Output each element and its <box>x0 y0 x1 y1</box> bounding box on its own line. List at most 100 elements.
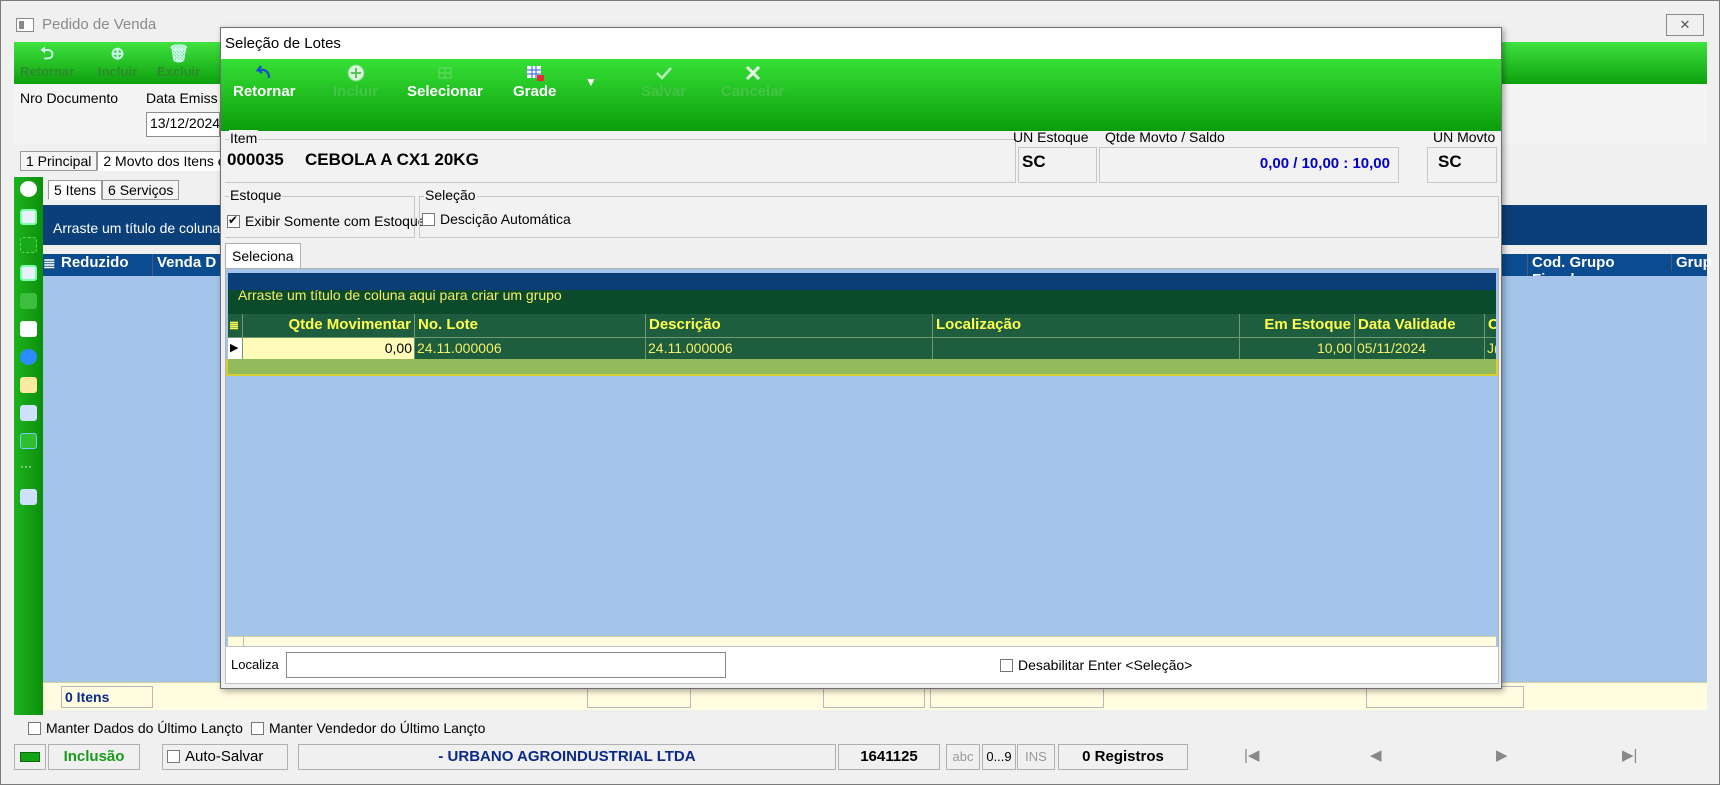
column-chooser-icon[interactable]: ≣ <box>228 314 243 337</box>
qtde-movto-saldo-value: 0,00 / 10,00 : 10,00 <box>1259 155 1390 172</box>
ins-indicator: INS <box>1017 744 1055 770</box>
column-chooser-icon[interactable]: ≣ <box>43 254 57 276</box>
item-code: 000035 <box>227 150 284 169</box>
codigo-field: 1641125 <box>838 744 940 770</box>
bg-side-toolbar: ··· <box>14 177 43 715</box>
manter-dados-checkbox[interactable]: Manter Dados do Último Lançto <box>28 720 243 736</box>
window-icon <box>16 17 34 32</box>
dialog-toolbar: Retornar Incluir Selecionar Grade ▼ Salv… <box>221 59 1501 131</box>
col-descricao[interactable]: Descrição <box>646 314 933 337</box>
col-grupo[interactable]: Grup <box>1671 254 1712 271</box>
dialog-title: Seleção de Lotes <box>221 28 1501 59</box>
cell-qtde-movimentar[interactable]: 0,00 <box>243 338 415 359</box>
grid-settings-icon[interactable] <box>20 489 37 505</box>
options-panel: Estoque Exibir Somente com Estoque Seleç… <box>225 187 1499 241</box>
un-movto-box: SC <box>1427 147 1497 183</box>
item-group: Item 000035 CEBOLA A CX1 20KG <box>225 130 1016 183</box>
edit-icon[interactable] <box>20 209 37 225</box>
last-record-icon[interactable]: ▶| <box>1622 744 1637 768</box>
first-record-icon[interactable]: |◀ <box>1244 744 1259 768</box>
footer-cell <box>823 686 925 708</box>
bg-options: Manter Dados do Último Lançto Manter Ven… <box>14 716 1707 740</box>
desabilitar-enter-checkbox[interactable]: Desabilitar Enter <Seleção> <box>1000 657 1192 673</box>
cell-em-estoque[interactable]: 10,00 <box>1240 338 1355 359</box>
col-c[interactable]: C <box>1485 314 1496 337</box>
col-reduzido[interactable]: Reduzido <box>57 254 153 276</box>
move-icon[interactable] <box>20 237 37 253</box>
tab-seleciona[interactable]: Seleciona <box>225 243 301 268</box>
localiza-panel: Localiza Desabilitar Enter <Seleção> <box>225 646 1499 684</box>
previous-record-icon[interactable]: ◀ <box>1370 744 1382 768</box>
next-record-icon[interactable]: ▶ <box>1496 744 1508 768</box>
return-icon: ⮌ <box>40 44 54 63</box>
registros-count: 0 Registros <box>1058 744 1188 770</box>
refresh-icon[interactable] <box>20 433 37 449</box>
close-icon: ✕ <box>1679 17 1691 32</box>
col-data-validade[interactable]: Data Validade <box>1355 314 1485 337</box>
nro-documento-label: Nro Documento <box>20 90 119 106</box>
un-estoque-label: UN Estoque <box>1013 129 1089 145</box>
book-icon[interactable] <box>20 377 37 393</box>
selecao-label: Seleção <box>424 187 477 203</box>
grade-dropdown-icon[interactable]: ▼ <box>585 75 597 89</box>
un-estoque-value: SC <box>1022 152 1046 171</box>
exibir-somente-checkbox[interactable]: Exibir Somente com Estoque <box>227 213 426 229</box>
tab-principal[interactable]: 1 Principal <box>20 151 98 171</box>
bg-close-button[interactable]: ✕ <box>1666 14 1704 36</box>
add-icon[interactable] <box>20 181 37 197</box>
cell-localizacao[interactable] <box>933 338 1240 359</box>
cancelar-button[interactable]: Cancelar <box>721 64 784 100</box>
data-emissao-field[interactable]: 13/12/2024 <box>146 112 220 137</box>
col-em-estoque[interactable]: Em Estoque <box>1240 314 1355 337</box>
selecao-group: Seleção Descição Automática <box>419 187 1499 238</box>
tab-servicos[interactable]: 6 Serviços <box>102 180 180 200</box>
status-bar: Inclusão Auto-Salvar - URBANO AGROINDUST… <box>14 744 1707 772</box>
table-row[interactable]: ▶ 0,00 24.11.000006 24.11.000006 10,00 0… <box>228 337 1496 359</box>
bg-retornar-button[interactable]: ⮌ Retornar <box>20 44 74 79</box>
col-localizacao[interactable]: Localização <box>933 314 1240 337</box>
grid-icon[interactable] <box>20 405 37 421</box>
group-panel: Arraste um título de coluna aqui para cr… <box>228 288 1496 314</box>
selected-row-detail <box>226 359 1498 376</box>
footer-cell <box>587 686 691 708</box>
grade-button[interactable]: Grade <box>513 64 556 100</box>
item-description: CEBOLA A CX1 20KG <box>305 150 479 169</box>
col-qtde-movimentar[interactable]: Qtde Movimentar <box>243 314 415 337</box>
info-icon[interactable] <box>20 349 37 365</box>
qtde-movto-saldo-label: Qtde Movto / Saldo <box>1105 129 1225 145</box>
bg-incluir-button[interactable]: ⊕ Incluir <box>98 44 137 79</box>
tab-itens[interactable]: 5 Itens <box>48 180 103 200</box>
incluir-button[interactable]: Incluir <box>333 64 378 100</box>
cancel-icon <box>745 65 760 81</box>
add-icon: ⊕ <box>110 44 125 63</box>
cell-c[interactable]: J( <box>1485 338 1496 359</box>
grid-icon <box>526 66 544 81</box>
selecionar-button[interactable]: Selecionar <box>407 64 483 100</box>
bg-excluir-button[interactable]: 🗑 Excluir <box>157 44 200 79</box>
trash-icon[interactable] <box>20 293 37 309</box>
bg-window-title: Pedido de Venda <box>16 16 156 33</box>
num-indicator: 0...9 <box>982 744 1016 770</box>
localiza-input[interactable] <box>286 652 726 678</box>
tab-movto-itens[interactable]: 2 Movto dos Itens e <box>97 151 232 171</box>
document-icon[interactable] <box>20 321 37 337</box>
descricao-automatica-checkbox[interactable]: Descição Automática <box>422 211 571 227</box>
bg-group-hint: Arraste um título de coluna <box>53 220 221 236</box>
salvar-button[interactable]: Salvar <box>641 64 686 100</box>
empresa-name: - URBANO AGROINDUSTRIAL LTDA <box>298 744 836 770</box>
col-no-lote[interactable]: No. Lote <box>415 314 646 337</box>
cell-data-validade[interactable]: 05/11/2024 <box>1355 338 1485 359</box>
bg-subtabs: 5 Itens 6 Serviços <box>48 180 180 200</box>
manter-vendedor-checkbox[interactable]: Manter Vendedor do Último Lançto <box>251 720 485 736</box>
bg-title-text: Pedido de Venda <box>42 16 157 33</box>
retornar-button[interactable]: Retornar <box>233 64 296 100</box>
un-movto-label: UN Movto <box>1433 129 1496 145</box>
record-navigator: |◀ ◀ ▶ ▶| <box>1192 744 1702 770</box>
return-icon <box>255 65 271 79</box>
auto-salvar-checkbox[interactable]: Auto-Salvar <box>162 744 288 770</box>
more-icon[interactable]: ··· <box>20 460 37 477</box>
cell-descricao[interactable]: 24.11.000006 <box>646 338 933 359</box>
cell-no-lote[interactable]: 24.11.000006 <box>415 338 646 359</box>
list-icon[interactable] <box>20 265 37 281</box>
lotes-grid: Arraste um título de coluna aqui para cr… <box>225 268 1499 672</box>
